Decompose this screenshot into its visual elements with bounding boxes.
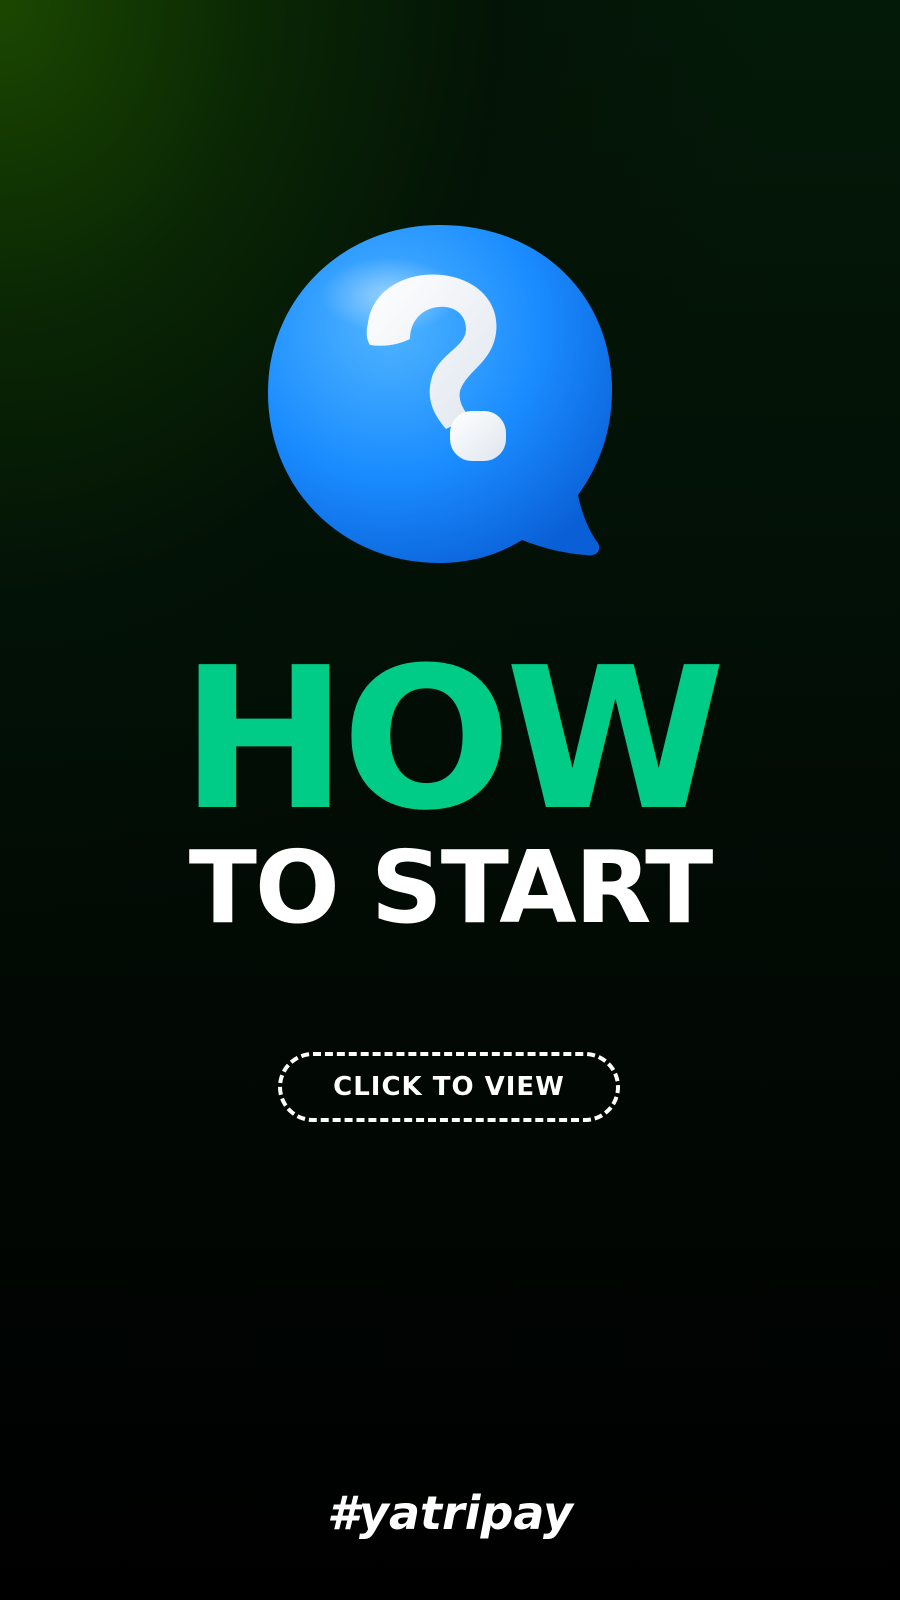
headline-to-start: TO START bbox=[188, 829, 714, 946]
click-to-view-button[interactable]: CLICK TO VIEW bbox=[278, 1052, 620, 1122]
click-to-view-label: CLICK TO VIEW bbox=[333, 1072, 565, 1102]
brand-hashtag: #yatripay bbox=[326, 1486, 573, 1540]
question-speech-bubble-icon bbox=[260, 215, 640, 585]
story-page: HOW TO START CLICK TO VIEW #yatripay bbox=[0, 0, 900, 1600]
headline-how: HOW bbox=[180, 626, 726, 854]
